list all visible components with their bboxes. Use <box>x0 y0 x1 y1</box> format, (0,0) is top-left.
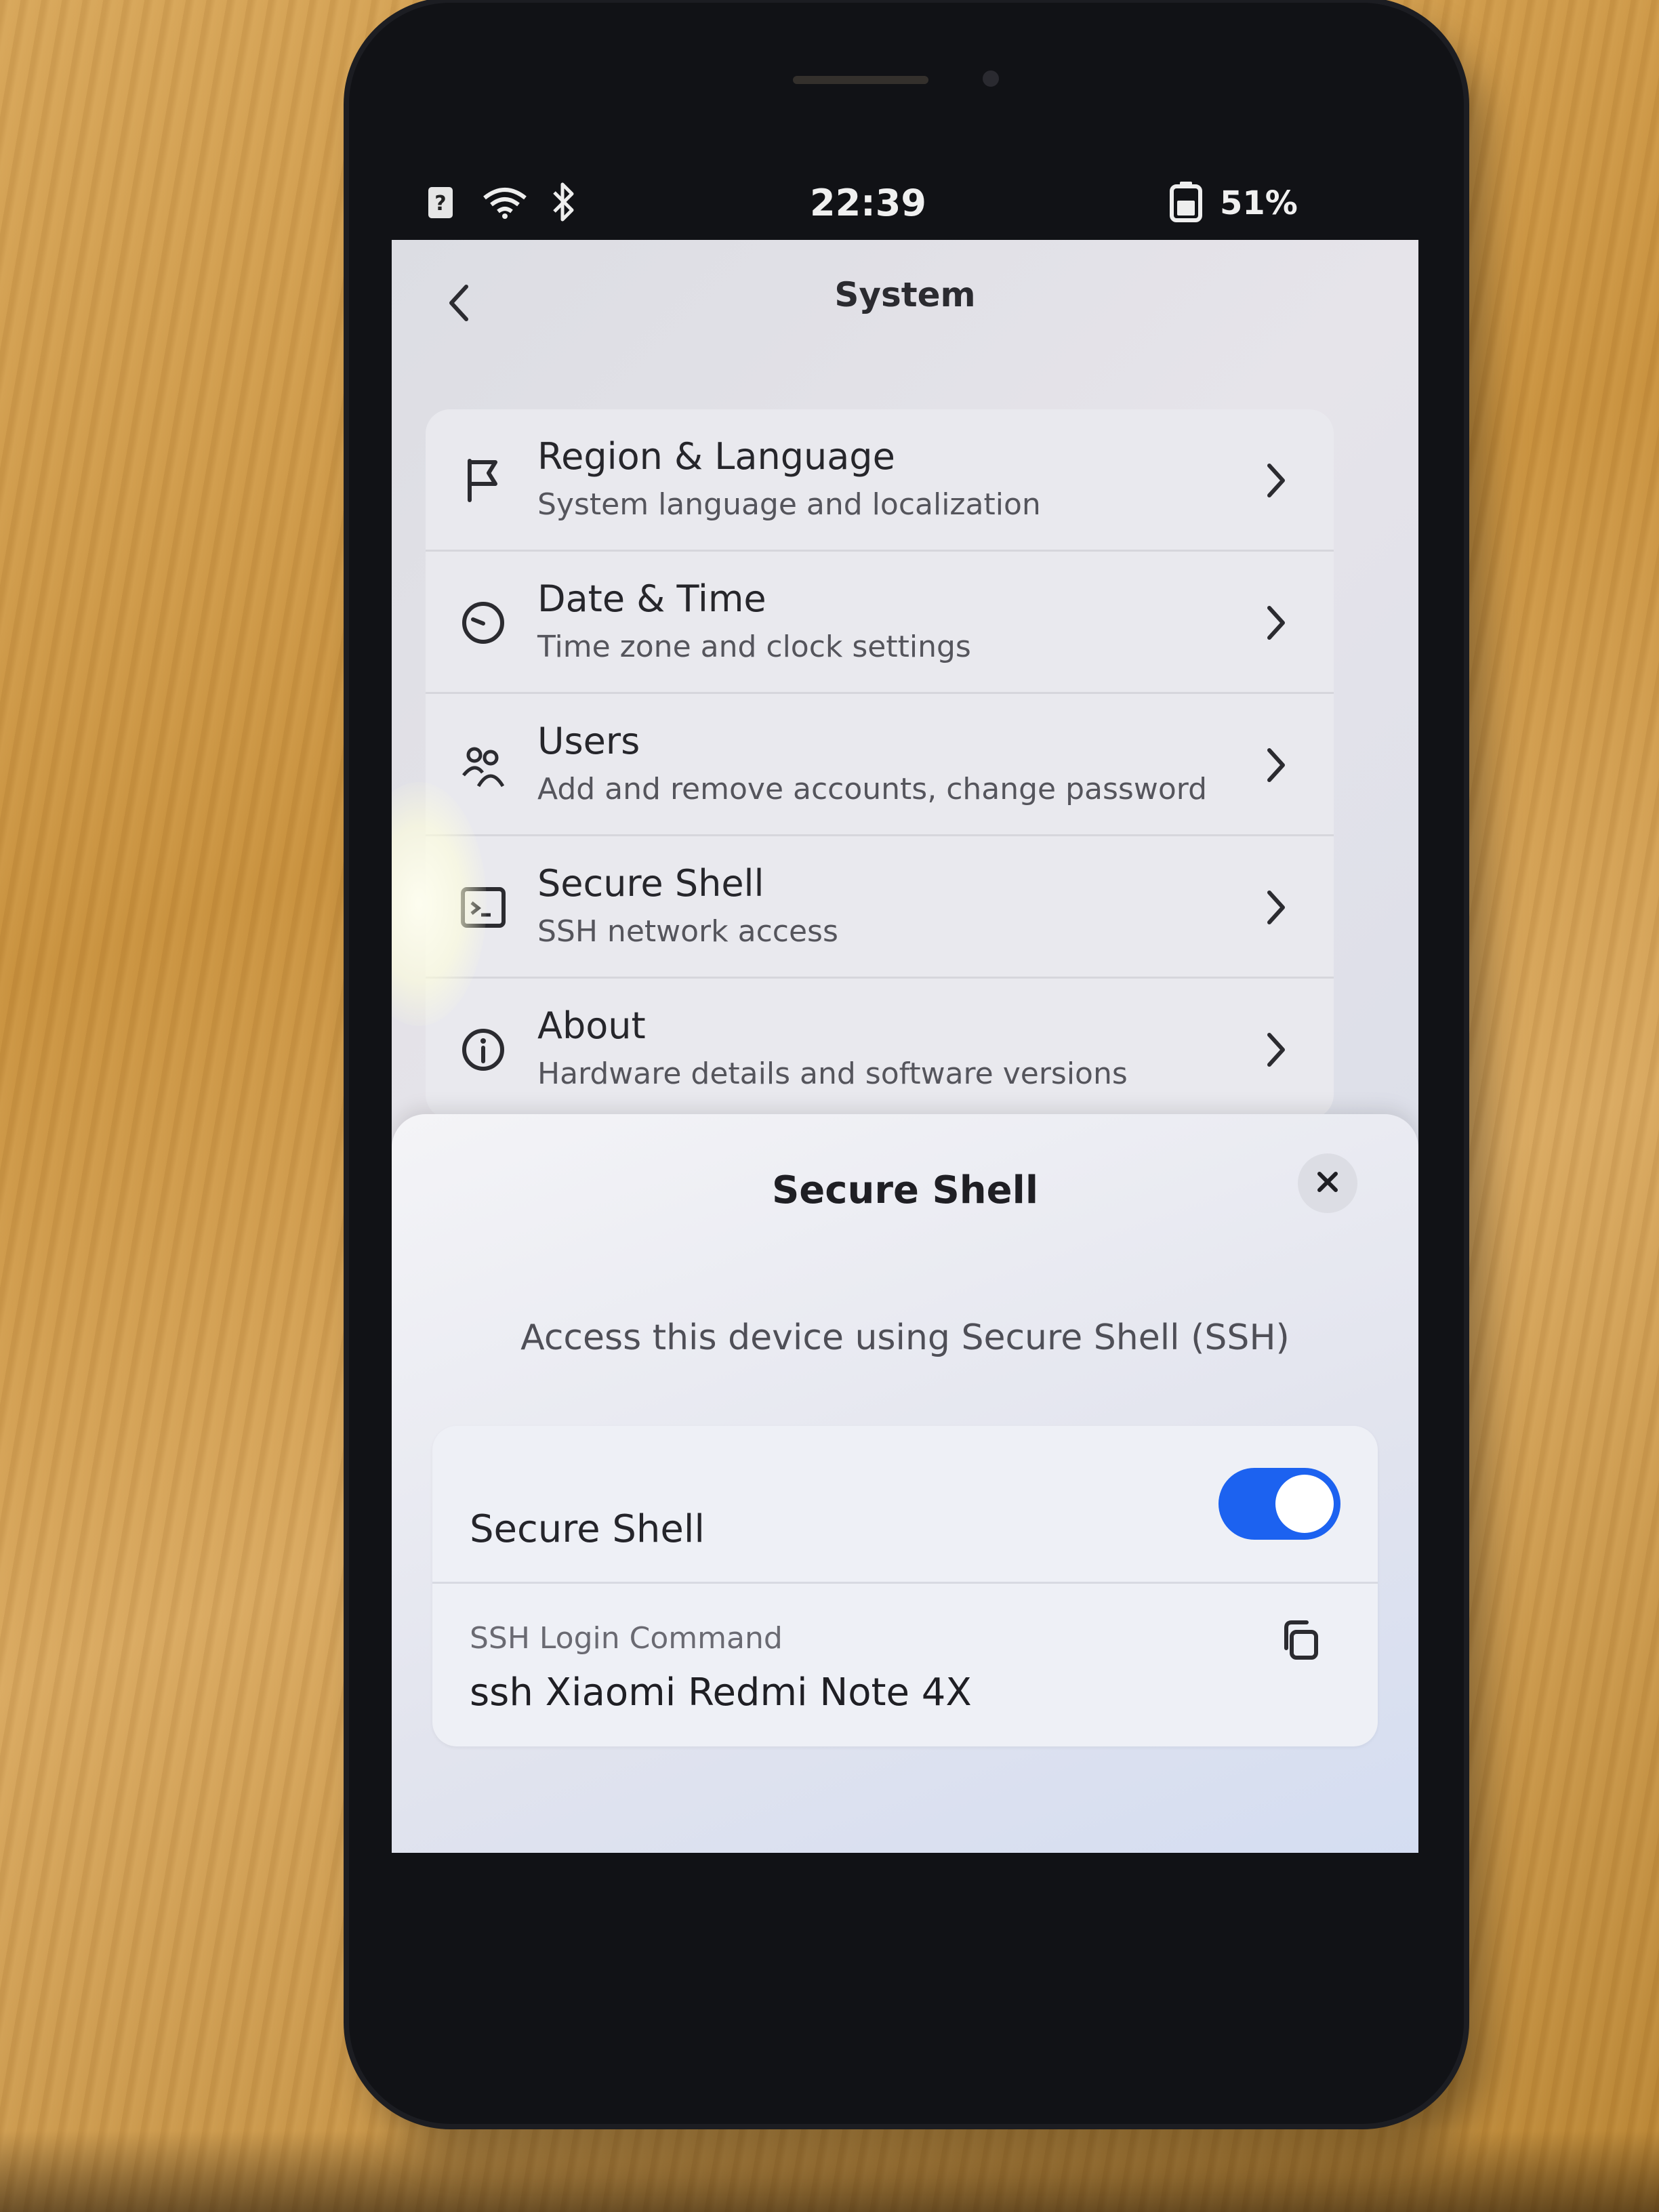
phone-body: ? 22:39 51% System Region & Language Sys… <box>349 3 1464 2124</box>
row-title: Date & Time <box>537 577 766 620</box>
ssh-login-command-row: SSH Login Command ssh Xiaomi Redmi Note … <box>432 1584 1378 1746</box>
close-button[interactable] <box>1298 1153 1357 1213</box>
close-icon <box>1315 1170 1340 1197</box>
ssh-login-command-value: ssh Xiaomi Redmi Note 4X <box>470 1671 972 1715</box>
toggle-knob <box>1275 1475 1334 1533</box>
settings-row-users[interactable]: Users Add and remove accounts, change pa… <box>426 694 1334 836</box>
unknown-sim-icon: ? <box>427 186 454 222</box>
ssh-settings-card: Secure Shell SSH Login Command ssh Xiaom… <box>432 1426 1378 1746</box>
row-title: About <box>537 1004 646 1047</box>
page-title: System <box>834 275 976 314</box>
screen: System Region & Language System language… <box>392 240 1418 1853</box>
settings-row-date-time[interactable]: Date & Time Time zone and clock settings <box>426 552 1334 694</box>
settings-row-secure-shell[interactable]: Secure Shell SSH network access <box>426 836 1334 979</box>
row-subtitle: SSH network access <box>537 914 838 949</box>
info-icon <box>459 1026 507 1073</box>
copy-icon <box>1278 1618 1322 1664</box>
wifi-icon <box>481 186 529 222</box>
chevron-right-icon <box>1256 457 1296 504</box>
clock-icon <box>459 599 507 647</box>
status-time: 22:39 <box>810 182 926 224</box>
flag-icon <box>459 457 507 504</box>
front-camera <box>983 70 999 87</box>
dialog-description: Access this device using Secure Shell (S… <box>520 1317 1290 1358</box>
row-subtitle: System language and localization <box>537 487 1041 522</box>
ssh-login-command-label: SSH Login Command <box>470 1621 783 1656</box>
settings-row-about[interactable]: About Hardware details and software vers… <box>426 979 1334 1119</box>
row-subtitle: Add and remove accounts, change password <box>537 772 1208 806</box>
copy-button[interactable] <box>1269 1611 1330 1672</box>
battery-percentage: 51% <box>1220 184 1298 222</box>
status-bar: ? 22:39 51% <box>349 165 1464 247</box>
chevron-right-icon <box>1256 1026 1296 1073</box>
row-title: Users <box>537 720 640 762</box>
dialog-title: Secure Shell <box>771 1168 1039 1212</box>
chevron-right-icon <box>1256 599 1296 647</box>
settings-list: Region & Language System language and lo… <box>426 409 1334 1119</box>
ssh-toggle-label: Secure Shell <box>470 1507 705 1551</box>
chevron-right-icon <box>1256 741 1296 789</box>
row-subtitle: Time zone and clock settings <box>537 630 971 664</box>
users-icon <box>459 741 507 789</box>
earpiece-speaker <box>793 76 928 84</box>
row-subtitle: Hardware details and software versions <box>537 1057 1128 1091</box>
header-bar: System <box>392 240 1418 375</box>
ssh-toggle-switch[interactable] <box>1218 1468 1340 1540</box>
chevron-right-icon <box>1256 884 1296 931</box>
row-title: Secure Shell <box>537 862 764 905</box>
settings-row-region-language[interactable]: Region & Language System language and lo… <box>426 409 1334 552</box>
desk-shadow <box>0 2131 1659 2212</box>
ssh-toggle-row[interactable]: Secure Shell <box>432 1426 1378 1584</box>
row-title: Region & Language <box>537 435 895 478</box>
battery-icon <box>1169 180 1203 225</box>
secure-shell-dialog: Secure Shell Access this device using Se… <box>392 1114 1418 1853</box>
bluetooth-icon <box>549 180 579 226</box>
svg-text:?: ? <box>434 192 446 216</box>
